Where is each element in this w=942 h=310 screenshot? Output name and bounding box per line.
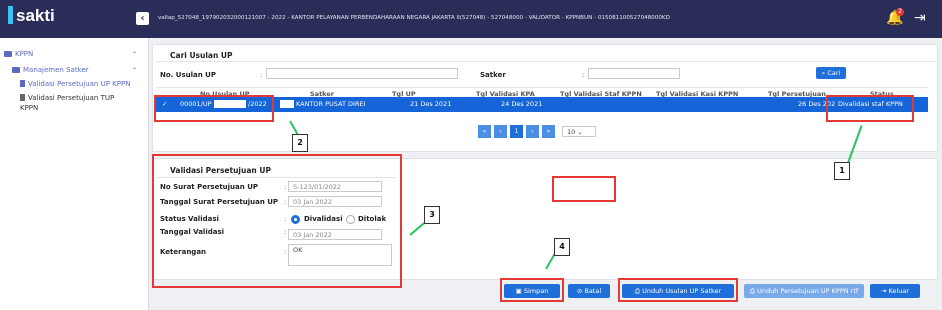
cell-tgl-kpa: 24 Des 2021 bbox=[501, 100, 543, 108]
sidebar-item-kppn[interactable]: KPPN bbox=[4, 50, 33, 58]
redacted-block bbox=[280, 100, 294, 108]
highlight-box-unduh bbox=[618, 278, 738, 302]
satker-label: Satker bbox=[480, 71, 506, 79]
pagination-next-button[interactable]: › bbox=[526, 125, 539, 138]
app-logo: sakti bbox=[8, 6, 55, 26]
satker-input[interactable] bbox=[588, 68, 680, 79]
main-content: Cari Usulan UP No. Usulan UP : Satker : … bbox=[148, 38, 942, 310]
search-button[interactable]: ⌕ Cari bbox=[816, 67, 846, 79]
print-icon: ⎙ bbox=[749, 287, 758, 295]
user-context-info: vallap_527048_197902032000121007 - 2022 … bbox=[158, 15, 670, 21]
sidebar-toggle-button[interactable]: ‹ bbox=[136, 12, 149, 25]
pagination-last-button[interactable]: » bbox=[542, 125, 555, 138]
cell-satker: KANTOR PUSAT DIREI bbox=[296, 100, 366, 108]
colon: : bbox=[260, 71, 263, 79]
highlight-box-status bbox=[826, 95, 914, 122]
highlight-box-row bbox=[154, 95, 274, 122]
callout-4: 4 bbox=[554, 238, 570, 256]
sidebar-item-validasi-up[interactable]: Validasi Persetujuan UP KPPN bbox=[20, 80, 130, 88]
page-size-select[interactable]: 10 ⌄ bbox=[562, 126, 596, 137]
sidebar-item-validasi-tup[interactable]: Validasi Persetujuan TUP bbox=[20, 94, 114, 102]
highlight-box-radio bbox=[552, 176, 616, 202]
top-bar: sakti ‹ vallap_527048_197902032000121007… bbox=[0, 0, 942, 38]
logout-icon[interactable]: ⇥ bbox=[914, 10, 926, 26]
chevron-down-icon: ⌄ bbox=[577, 128, 583, 136]
notification-count-badge: 2 bbox=[896, 8, 904, 16]
batal-button[interactable]: ⊘ Batal bbox=[568, 284, 610, 298]
sidebar-item-validasi-tup-line2[interactable]: KPPN bbox=[20, 104, 38, 112]
chevron-up-icon[interactable]: ⌃ bbox=[132, 51, 137, 58]
pagination-page-1[interactable]: 1 bbox=[510, 125, 523, 138]
callout-3: 3 bbox=[424, 206, 440, 224]
search-panel-title: Cari Usulan UP bbox=[170, 51, 233, 60]
colon: : bbox=[582, 71, 585, 79]
sidebar: KPPN ⌃ Manajemen Satker ⌃ Validasi Perse… bbox=[0, 38, 149, 310]
highlight-box-validasi bbox=[152, 154, 402, 288]
document-icon bbox=[20, 80, 25, 87]
no-usulan-label: No. Usulan UP bbox=[160, 71, 216, 79]
keluar-button[interactable]: ⇥ Keluar bbox=[870, 284, 920, 298]
chevron-up-icon[interactable]: ⌃ bbox=[132, 67, 137, 74]
callout-2: 2 bbox=[292, 134, 308, 152]
highlight-box-simpan bbox=[500, 278, 564, 302]
cell-tgl-up: 21 Des 2021 bbox=[410, 100, 452, 108]
sidebar-item-manajemen-satker[interactable]: Manajemen Satker bbox=[12, 66, 89, 74]
divider bbox=[156, 61, 936, 62]
unduh-persetujuan-button[interactable]: ⎙ Unduh Persetujuan UP KPPN rtf bbox=[744, 284, 864, 298]
no-usulan-input[interactable] bbox=[266, 68, 458, 79]
callout-1: 1 bbox=[834, 162, 850, 180]
folder-icon bbox=[4, 51, 12, 57]
pagination-prev-button[interactable]: ‹ bbox=[494, 125, 507, 138]
pagination-first-button[interactable]: « bbox=[478, 125, 491, 138]
document-icon bbox=[20, 94, 25, 101]
folder-icon bbox=[12, 67, 20, 73]
